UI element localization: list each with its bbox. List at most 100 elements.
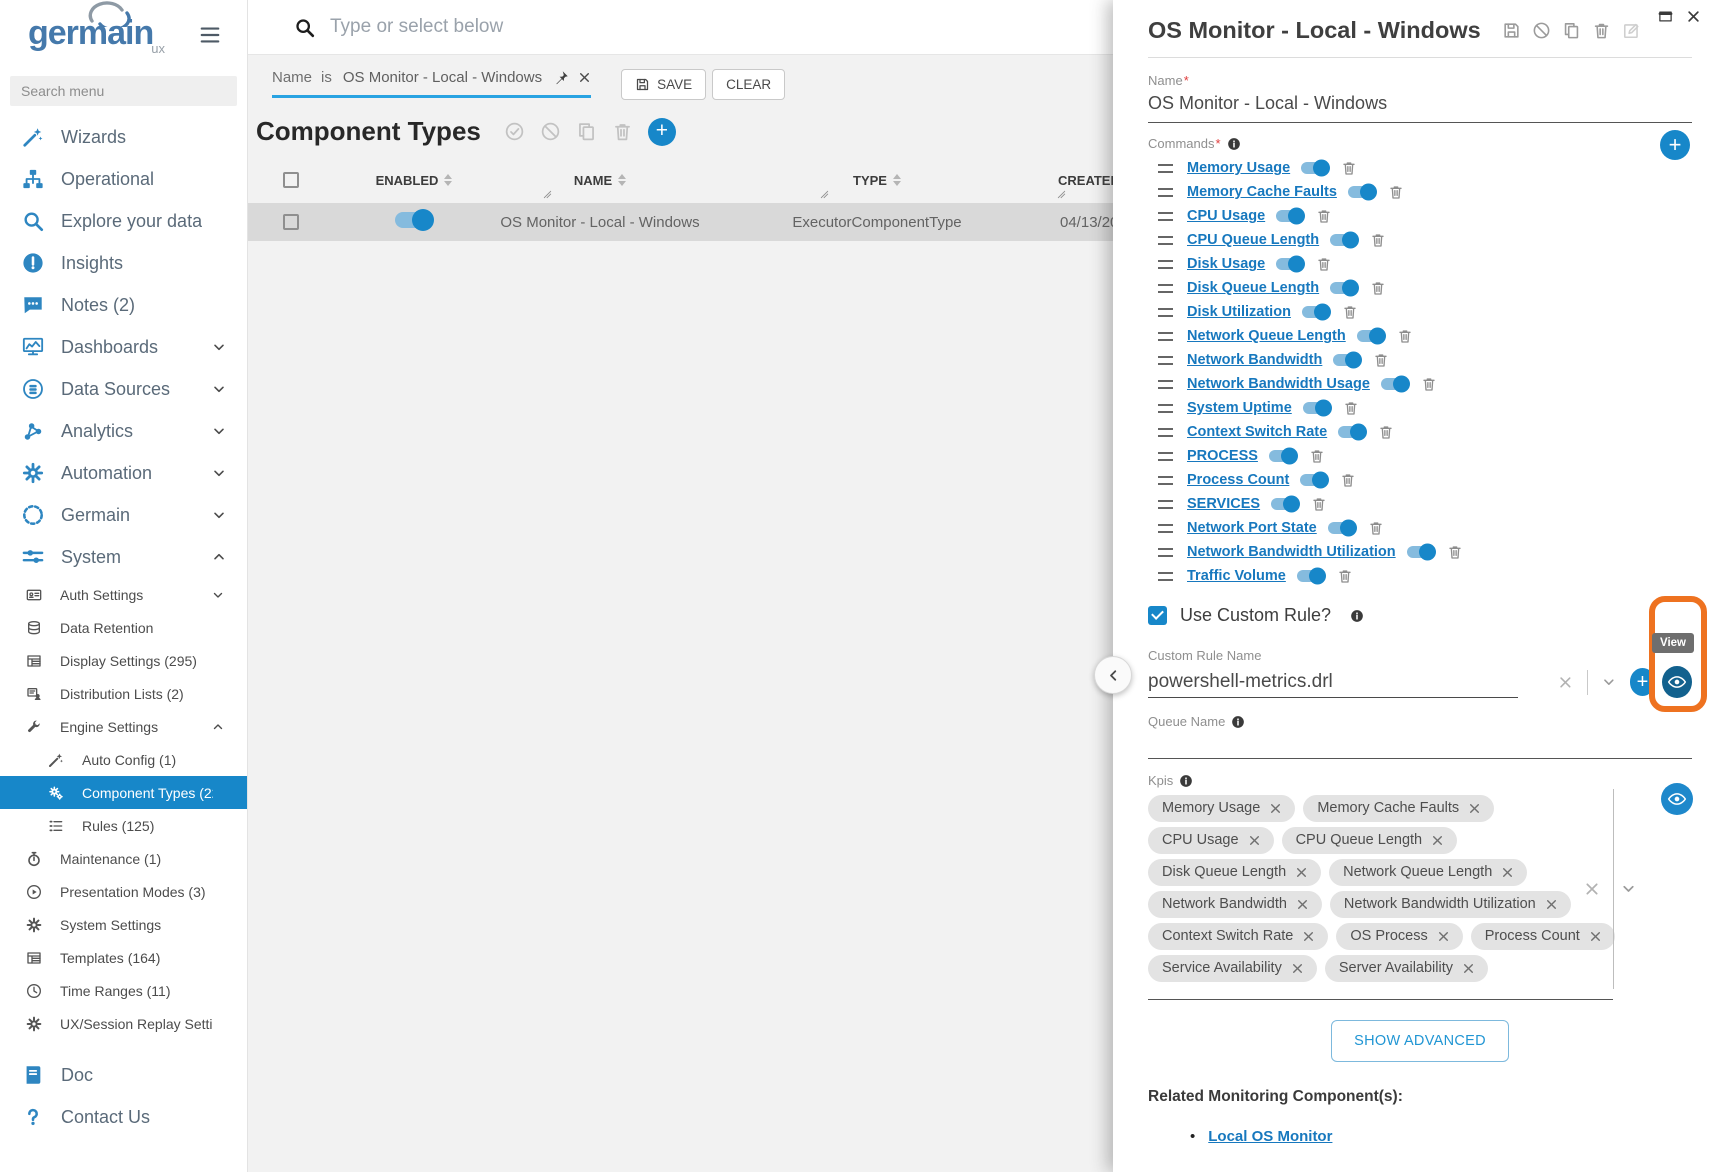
drag-handle-icon[interactable]	[1158, 356, 1173, 365]
command-link[interactable]: Disk Usage	[1187, 256, 1265, 272]
sidebar-item-presentation-modes-3[interactable]: Presentation Modes (3)	[0, 875, 247, 908]
menu-toggle-icon[interactable]	[199, 24, 221, 46]
copy-icon[interactable]	[1562, 21, 1581, 40]
remove-filter-icon[interactable]	[578, 71, 591, 84]
kpi-chip[interactable]: Process Count	[1471, 923, 1615, 950]
sort-icon[interactable]	[444, 174, 452, 186]
column-resize-handle-icon[interactable]	[1056, 189, 1067, 200]
clear-filter-button[interactable]: CLEAR	[712, 69, 785, 100]
command-toggle[interactable]	[1297, 570, 1324, 582]
add-command-button[interactable]: +	[1660, 130, 1690, 160]
delete-command-icon[interactable]	[1311, 496, 1327, 512]
command-toggle[interactable]	[1269, 450, 1296, 462]
drag-handle-icon[interactable]	[1158, 548, 1173, 557]
command-toggle[interactable]	[1271, 498, 1298, 510]
delete-command-icon[interactable]	[1378, 424, 1394, 440]
active-filter-chip[interactable]: Name is OS Monitor - Local - Windows	[272, 69, 591, 98]
drag-handle-icon[interactable]	[1158, 332, 1173, 341]
remove-kpi-icon[interactable]	[1296, 898, 1309, 911]
delete-command-icon[interactable]	[1343, 400, 1359, 416]
custom-rule-input[interactable]: powershell-metrics.drl	[1148, 666, 1518, 698]
command-link[interactable]: SERVICES	[1187, 496, 1260, 512]
chevron-up-icon[interactable]	[211, 549, 229, 565]
command-toggle[interactable]	[1330, 234, 1357, 246]
sidebar-item-automation[interactable]: Automation	[0, 452, 247, 494]
drag-handle-icon[interactable]	[1158, 164, 1173, 173]
command-toggle[interactable]	[1407, 546, 1434, 558]
command-toggle[interactable]	[1328, 522, 1355, 534]
command-link[interactable]: Network Bandwidth Usage	[1187, 376, 1370, 392]
clear-kpis-icon[interactable]	[1584, 881, 1600, 897]
column-resize-handle-icon[interactable]	[819, 189, 830, 200]
delete-command-icon[interactable]	[1316, 256, 1332, 272]
sidebar-item-analytics[interactable]: Analytics	[0, 410, 247, 452]
remove-kpi-icon[interactable]	[1291, 962, 1304, 975]
kpi-chip[interactable]: Network Bandwidth Utilization	[1330, 891, 1571, 918]
drag-handle-icon[interactable]	[1158, 404, 1173, 413]
sidebar-item-auto-config-1[interactable]: Auto Config (1)	[0, 743, 247, 776]
show-advanced-button[interactable]: SHOW ADVANCED	[1331, 1020, 1509, 1062]
kpi-chip[interactable]: OS Process	[1336, 923, 1462, 950]
column-header-type[interactable]: TYPE	[853, 173, 901, 188]
command-toggle[interactable]	[1330, 282, 1357, 294]
column-header-enabled[interactable]: ENABLED	[376, 173, 453, 188]
delete-command-icon[interactable]	[1342, 304, 1358, 320]
command-toggle[interactable]	[1381, 378, 1408, 390]
delete-command-icon[interactable]	[1370, 232, 1386, 248]
command-link[interactable]: Network Port State	[1187, 520, 1317, 536]
view-kpis-button[interactable]	[1661, 783, 1693, 815]
delete-command-icon[interactable]	[1397, 328, 1413, 344]
sidebar-item-data-retention[interactable]: Data Retention	[0, 611, 247, 644]
command-link[interactable]: Process Count	[1187, 472, 1289, 488]
copy-icon[interactable]	[576, 121, 597, 142]
delete-command-icon[interactable]	[1370, 280, 1386, 296]
maximize-icon[interactable]	[1658, 9, 1673, 24]
command-toggle[interactable]	[1302, 306, 1329, 318]
delete-command-icon[interactable]	[1447, 544, 1463, 560]
disable-icon[interactable]	[1532, 21, 1551, 40]
remove-kpi-icon[interactable]	[1269, 802, 1282, 815]
sidebar-item-display-settings-295[interactable]: Display Settings (295)	[0, 644, 247, 677]
delete-command-icon[interactable]	[1316, 208, 1332, 224]
delete-command-icon[interactable]	[1341, 160, 1357, 176]
drag-handle-icon[interactable]	[1158, 524, 1173, 533]
command-toggle[interactable]	[1276, 210, 1303, 222]
sidebar-item-templates-164[interactable]: Templates (164)	[0, 941, 247, 974]
command-link[interactable]: Memory Cache Faults	[1187, 184, 1337, 200]
drag-handle-icon[interactable]	[1158, 236, 1173, 245]
command-link[interactable]: CPU Usage	[1187, 208, 1265, 224]
save-icon[interactable]	[1502, 21, 1521, 40]
command-toggle[interactable]	[1276, 258, 1303, 270]
info-icon[interactable]	[1231, 715, 1245, 729]
drag-handle-icon[interactable]	[1158, 428, 1173, 437]
delete-command-icon[interactable]	[1368, 520, 1384, 536]
command-toggle[interactable]	[1348, 186, 1375, 198]
chevron-down-icon[interactable]	[1620, 880, 1637, 897]
command-toggle[interactable]	[1303, 402, 1330, 414]
column-header-name[interactable]: NAME	[574, 173, 626, 188]
edit-icon[interactable]	[1622, 21, 1641, 40]
trash-icon[interactable]	[1592, 21, 1611, 40]
drag-handle-icon[interactable]	[1158, 284, 1173, 293]
remove-kpi-icon[interactable]	[1248, 834, 1261, 847]
kpi-chip[interactable]: Disk Queue Length	[1148, 859, 1321, 886]
drag-handle-icon[interactable]	[1158, 500, 1173, 509]
remove-kpi-icon[interactable]	[1431, 834, 1444, 847]
kpi-chip[interactable]: Network Queue Length	[1329, 859, 1527, 886]
enabled-toggle[interactable]	[395, 212, 433, 228]
remove-kpi-icon[interactable]	[1462, 962, 1475, 975]
sidebar-item-wizards[interactable]: Wizards	[0, 116, 247, 158]
drag-handle-icon[interactable]	[1158, 572, 1173, 581]
command-toggle[interactable]	[1333, 354, 1360, 366]
pin-icon[interactable]	[554, 70, 569, 85]
chevron-down-icon[interactable]	[211, 588, 229, 602]
sidebar-item-data-sources[interactable]: Data Sources	[0, 368, 247, 410]
chevron-up-icon[interactable]	[211, 720, 229, 734]
command-link[interactable]: Disk Utilization	[1187, 304, 1291, 320]
sidebar-search-input[interactable]: Search menu	[10, 76, 237, 106]
germain-logo[interactable]: germainux	[28, 14, 167, 53]
add-component-type-button[interactable]: +	[648, 118, 676, 146]
clear-custom-rule-icon[interactable]	[1558, 675, 1573, 690]
drag-handle-icon[interactable]	[1158, 452, 1173, 461]
sidebar-item-notes-2[interactable]: Notes (2)	[0, 284, 247, 326]
